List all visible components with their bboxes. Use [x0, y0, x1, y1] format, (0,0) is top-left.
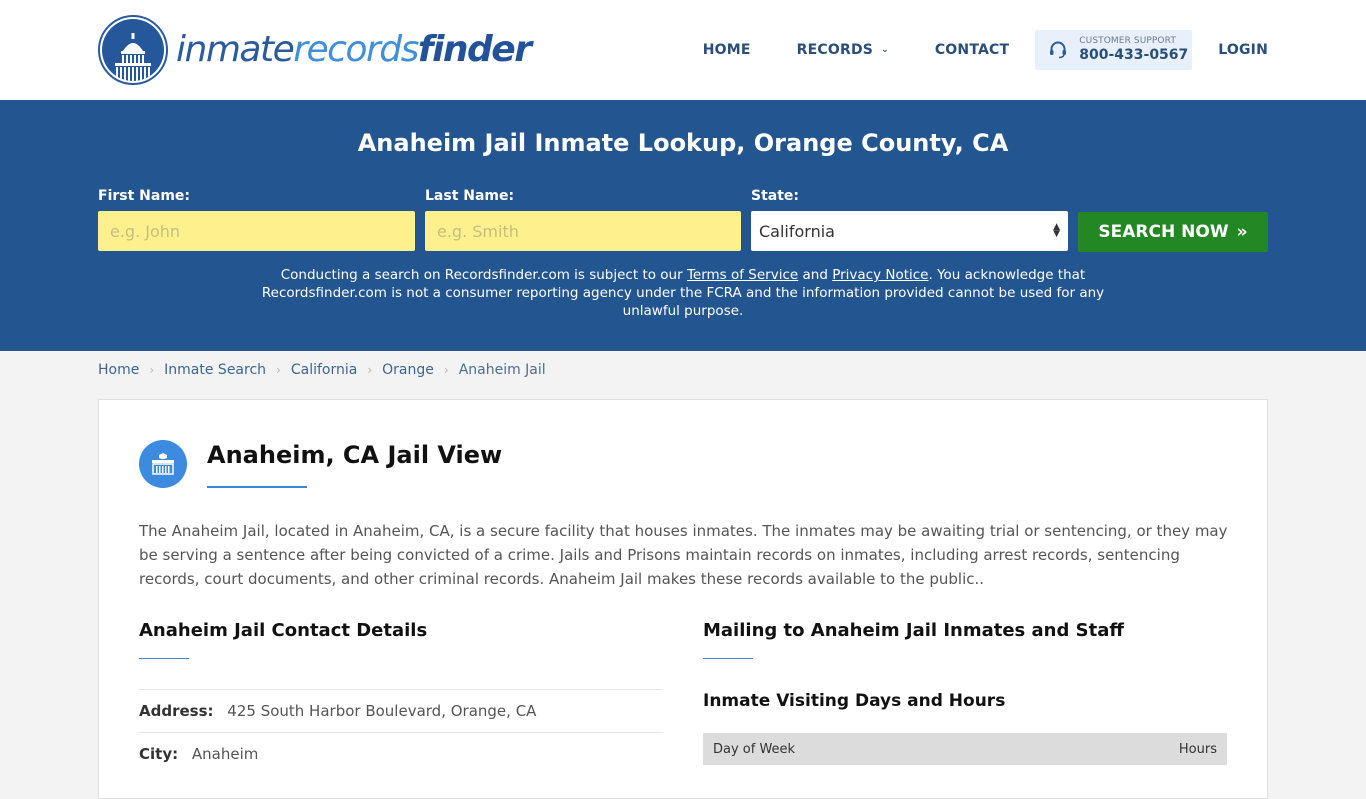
contact-details-section: Anaheim Jail Contact Details Address: 42…: [139, 620, 663, 775]
visiting-hours-table-header: Day of Week Hours: [703, 733, 1227, 765]
search-disclaimer: Conducting a search on Recordsfinder.com…: [250, 266, 1116, 320]
jail-view-title: Anaheim, CA Jail View: [207, 441, 503, 469]
breadcrumb-orange[interactable]: Orange: [382, 362, 434, 378]
headset-icon: [1050, 41, 1067, 59]
nav-records-label: RECORDS: [796, 42, 874, 58]
nav-login[interactable]: LOGIN: [1218, 42, 1268, 58]
address-value: 425 South Harbor Boulevard, Orange, CA: [227, 702, 537, 720]
nav-login-label: LOGIN: [1218, 42, 1268, 58]
search-now-button[interactable]: SEARCH NOW »: [1078, 212, 1268, 252]
nav-contact-label: CONTACT: [934, 42, 1010, 58]
search-now-label: SEARCH NOW: [1098, 222, 1229, 242]
last-name-input[interactable]: [425, 211, 741, 251]
breadcrumb-home[interactable]: Home: [98, 362, 139, 378]
site-logo[interactable]: inmaterecordsfinder: [98, 15, 532, 85]
address-label: Address:: [139, 702, 214, 720]
last-name-field: Last Name:: [425, 188, 741, 251]
logo-part-records: records: [293, 29, 419, 70]
jail-info-card: Anaheim, CA Jail View The Anaheim Jail, …: [98, 399, 1268, 799]
state-label: State:: [751, 188, 800, 204]
disclaimer-text-pre: Conducting a search on Recordsfinder.com…: [280, 267, 687, 283]
first-name-input[interactable]: [98, 211, 415, 251]
support-label: CUSTOMER SUPPORT: [1079, 35, 1176, 46]
chevron-right-icon: ›: [443, 363, 449, 377]
heading-underline: [703, 658, 753, 659]
privacy-notice-link[interactable]: Privacy Notice: [832, 267, 928, 283]
nav-records[interactable]: RECORDS ⌄: [797, 42, 889, 58]
nav-home[interactable]: HOME: [703, 42, 751, 58]
logo-wordmark: inmaterecordsfinder: [176, 29, 532, 70]
city-row: City: Anaheim: [139, 732, 663, 775]
chevron-right-icon: ›: [149, 363, 155, 377]
select-arrows-icon: ▲ ▼: [1053, 222, 1060, 239]
chevron-right-icon: ›: [367, 363, 373, 377]
state-select-value: California: [759, 221, 835, 241]
title-underline: [207, 486, 307, 488]
city-label: City:: [139, 745, 179, 763]
search-hero: Anaheim Jail Inmate Lookup, Orange Count…: [0, 100, 1366, 351]
logo-part-finder: finder: [417, 29, 532, 70]
heading-underline: [139, 658, 189, 659]
capitol-logo-icon: [98, 15, 168, 85]
column-header-day: Day of Week: [713, 741, 796, 757]
nav-contact[interactable]: CONTACT: [935, 42, 1009, 58]
first-name-label: First Name:: [98, 188, 191, 204]
nav-home-label: HOME: [702, 42, 751, 58]
column-header-hours: Hours: [1178, 741, 1217, 757]
state-select[interactable]: California ▲ ▼: [751, 211, 1068, 251]
jail-building-icon: [139, 440, 187, 488]
main-nav: HOME RECORDS ⌄ CONTACT CUSTOMER SUPPORT …: [703, 30, 1268, 70]
site-header: inmaterecordsfinder HOME RECORDS ⌄ CONTA…: [0, 0, 1366, 100]
visiting-hours-heading: Inmate Visiting Days and Hours: [703, 691, 1006, 711]
terms-of-service-link[interactable]: Terms of Service: [687, 267, 798, 283]
address-row: Address: 425 South Harbor Boulevard, Ora…: [139, 689, 663, 732]
jail-intro-text: The Anaheim Jail, located in Anaheim, CA…: [139, 522, 1228, 588]
last-name-label: Last Name:: [425, 188, 515, 204]
support-phone[interactable]: 800-433-0567: [1079, 47, 1188, 63]
city-value: Anaheim: [191, 745, 259, 763]
mailing-heading: Mailing to Anaheim Jail Inmates and Staf…: [703, 620, 1124, 641]
breadcrumb-inmate-search[interactable]: Inmate Search: [164, 362, 266, 378]
customer-support-box[interactable]: CUSTOMER SUPPORT 800-433-0567: [1035, 30, 1193, 70]
page-title: Anaheim Jail Inmate Lookup, Orange Count…: [357, 129, 1009, 157]
breadcrumb-california[interactable]: California: [291, 362, 357, 378]
logo-part-inmate: inmate: [176, 29, 295, 70]
chevron-down-icon: ⌄: [881, 45, 889, 55]
contact-details-heading: Anaheim Jail Contact Details: [139, 620, 428, 641]
mailing-section: Mailing to Anaheim Jail Inmates and Staf…: [703, 620, 1227, 765]
chevron-right-icon: ›: [276, 363, 281, 377]
first-name-field: First Name:: [98, 188, 415, 251]
state-field: State: California ▲ ▼: [751, 188, 1068, 251]
double-chevron-right-icon: »: [1236, 222, 1248, 242]
breadcrumb: Home › Inmate Search › California › Oran…: [0, 351, 1366, 389]
breadcrumb-current: Anaheim Jail: [458, 362, 546, 378]
disclaimer-text-and: and: [798, 267, 833, 283]
